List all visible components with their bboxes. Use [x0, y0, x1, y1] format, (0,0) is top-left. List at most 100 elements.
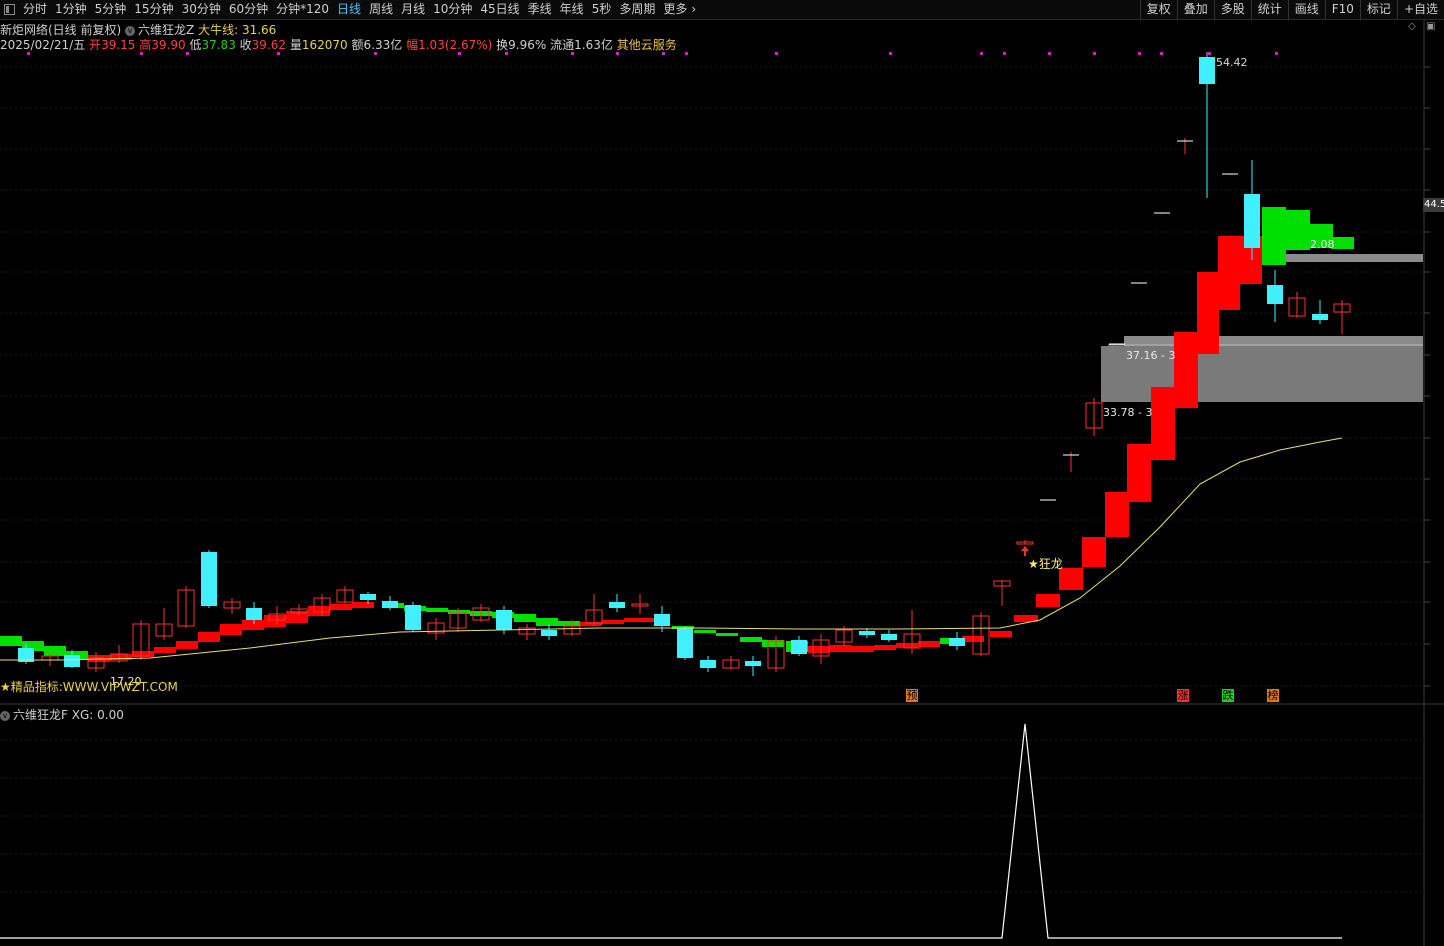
- top-dot: [662, 52, 665, 55]
- candle-body: [1267, 285, 1283, 304]
- candle-body: [1199, 57, 1215, 84]
- ribbon-block: [694, 630, 716, 633]
- candle-body: [1312, 314, 1328, 320]
- signal-marker: 跌: [1222, 689, 1234, 702]
- top-dot: [1208, 52, 1211, 55]
- candle-body: [405, 605, 421, 630]
- top-dot: [775, 52, 778, 55]
- candle-body: [609, 602, 625, 608]
- candle-body: [949, 638, 965, 646]
- top-dot: [140, 52, 143, 55]
- ribbon-block: [852, 646, 874, 652]
- candle-body: [382, 601, 398, 608]
- sub-indicator-label: XG:: [71, 708, 94, 722]
- top-dot: [1160, 52, 1163, 55]
- top-dot: [1093, 52, 1096, 55]
- candle-body: [246, 608, 262, 620]
- top-dot: [1048, 52, 1051, 55]
- candle-body: [201, 552, 217, 606]
- candle-body: [654, 614, 670, 626]
- ribbon-block: [44, 646, 66, 656]
- ribbon-block: [198, 632, 220, 642]
- top-dot: [1003, 52, 1006, 55]
- ribbon-block: [1082, 537, 1106, 567]
- ribbon-block: [874, 645, 896, 650]
- ribbon-block: [990, 631, 1012, 637]
- ribbon-block: [308, 606, 330, 616]
- ribbon-block: [1262, 207, 1286, 265]
- ribbon-block: [1286, 210, 1310, 250]
- indicator-footer-text[interactable]: ★精品指标:WWW.VIPWZT.COM: [0, 678, 178, 695]
- candle-body: [1244, 194, 1260, 248]
- top-dot: [27, 52, 30, 55]
- top-dot: [980, 52, 983, 55]
- candle-body: [541, 630, 557, 636]
- top-dot: [889, 52, 892, 55]
- candle-body: [64, 655, 80, 667]
- ribbon-block: [220, 624, 242, 635]
- zone-lower-annotation: 33.78 - 3: [1103, 406, 1152, 419]
- top-dot: [616, 52, 619, 55]
- xg-line: [0, 723, 1342, 939]
- signal-marker: 预: [906, 689, 918, 702]
- ribbon-block: [1174, 332, 1198, 408]
- top-dot: [186, 52, 189, 55]
- ribbon-block: [918, 641, 940, 647]
- candle-body: [881, 634, 897, 640]
- ribbon-block: [242, 620, 264, 630]
- ribbon-block: [176, 641, 198, 649]
- candle-body: [791, 640, 807, 654]
- ribbon-block: [514, 614, 536, 622]
- signal-marker: 榜: [1267, 689, 1279, 702]
- ribbon-block: [154, 647, 176, 653]
- candle-body: [859, 631, 875, 635]
- ribbon-block: [624, 618, 646, 622]
- top-dot: [505, 52, 508, 55]
- signal-annotation: ★狂龙: [1028, 557, 1063, 571]
- ribbon-block: [716, 633, 738, 636]
- signal-marker: 涨: [1177, 689, 1189, 702]
- top-dot: [374, 52, 377, 55]
- top-dot: [1138, 52, 1141, 55]
- top-dot: [685, 52, 688, 55]
- right-annotation: 2.08: [1310, 238, 1335, 251]
- candle-body: [360, 594, 376, 600]
- sub-chart-header: v 六维狂龙F XG: 0.00: [0, 706, 124, 723]
- top-dot: [1275, 52, 1278, 55]
- ribbon-block: [1059, 568, 1083, 590]
- top-dot: [458, 52, 461, 55]
- ribbon-block: [1218, 236, 1240, 310]
- ribbon-block: [740, 637, 762, 642]
- high-annotation: 54.42: [1216, 56, 1248, 69]
- sub-indicator-value: 0.00: [97, 708, 124, 722]
- kline-chart[interactable]: 54.4237.16 - 333.78 - 32.0817.20★狂龙: [0, 0, 1444, 946]
- ribbon-block: [264, 615, 286, 627]
- ribbon-block: [1197, 272, 1219, 354]
- ribbon-block: [536, 618, 558, 626]
- candle-body: [677, 628, 693, 658]
- ribbon-block: [1127, 444, 1151, 502]
- resistance-zone: [1286, 254, 1423, 262]
- ribbon-block: [830, 645, 852, 652]
- ribbon-block: [896, 643, 918, 648]
- candle-body: [496, 610, 512, 630]
- sub-indicator-name[interactable]: 六维狂龙F: [13, 708, 68, 722]
- ribbon-block: [426, 608, 448, 612]
- top-dot: [277, 52, 280, 55]
- top-dot: [571, 52, 574, 55]
- ribbon-block: [330, 604, 352, 610]
- current-price-tag: 44.5: [1423, 198, 1444, 212]
- candle-body: [745, 661, 761, 666]
- ribbon-block: [1036, 594, 1060, 607]
- ribbon-block: [808, 646, 830, 653]
- zone-upper-annotation: 37.16 - 3: [1126, 349, 1175, 362]
- ribbon-block: [352, 602, 374, 608]
- ribbon-block: [0, 636, 22, 646]
- ribbon-block: [1151, 387, 1175, 460]
- ribbon-block: [558, 621, 580, 626]
- ribbon-block: [1105, 492, 1129, 537]
- sub-indicator-chevron-icon[interactable]: v: [0, 710, 10, 721]
- buy-arrow-icon: [1021, 546, 1029, 556]
- candle-body: [700, 660, 716, 668]
- ribbon-block: [602, 620, 624, 624]
